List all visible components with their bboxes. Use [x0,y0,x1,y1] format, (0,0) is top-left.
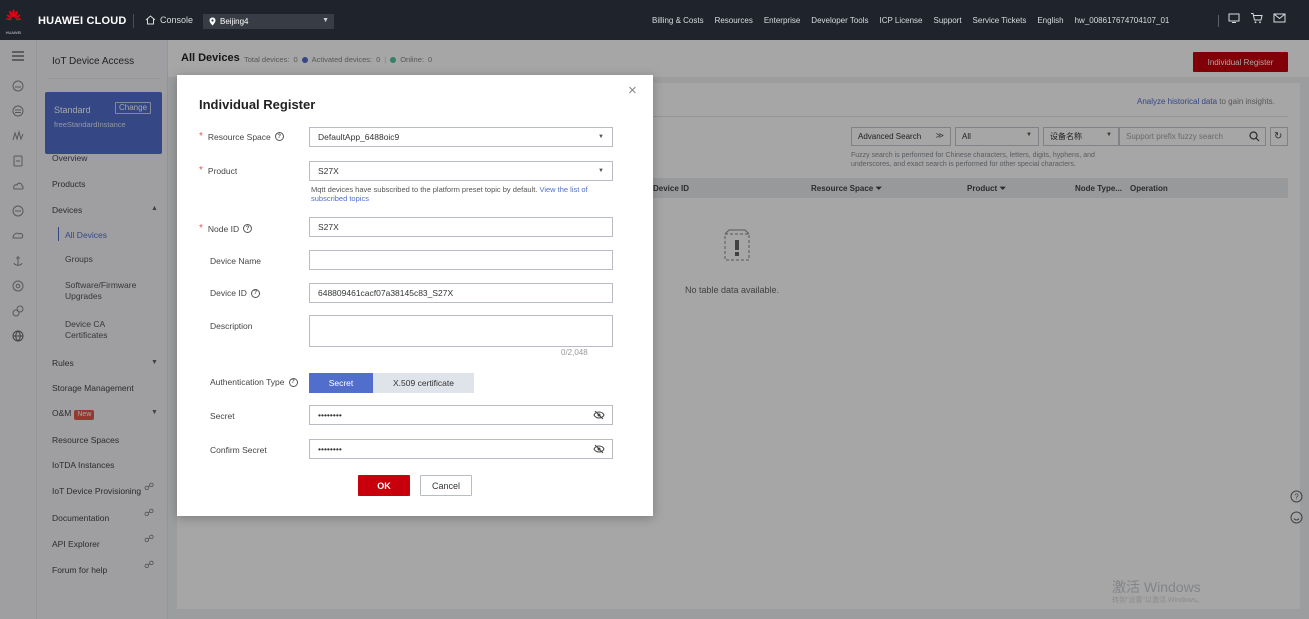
description-counter: 0/2,048 [561,348,588,357]
brand-name[interactable]: HUAWEI CLOUD [38,15,127,27]
description-label: Description [210,321,253,331]
dialog-title: Individual Register [199,97,316,112]
field-label-text: Resource Space [207,131,271,142]
eye-off-icon[interactable] [593,444,605,454]
menu-billing[interactable]: Billing & Costs [652,16,704,25]
description-textarea[interactable] [309,315,613,347]
mail-icon[interactable] [1273,12,1286,24]
field-label-text: Confirm Secret [210,445,267,455]
individual-register-dialog: Individual Register × * Resource Space? D… [177,75,653,516]
menu-support[interactable]: Support [934,16,962,25]
region-selector[interactable]: Beijing4 ▼ [203,14,334,29]
field-label-text: Authentication Type [210,377,285,387]
location-pin-icon [209,17,216,26]
eye-off-icon[interactable] [593,410,605,420]
help-icon[interactable]: ? [274,132,284,141]
field-label-text: Device ID [210,288,247,298]
menu-enterprise[interactable]: Enterprise [764,16,800,25]
cancel-button[interactable]: Cancel [420,475,472,496]
auth-option-secret[interactable]: Secret [309,373,373,393]
auth-type-toggle: Secret X.509 certificate [309,373,474,393]
field-label-text: Secret [210,411,235,421]
field-label-text: Description [210,321,253,331]
secret-value: •••••••• [318,410,342,420]
device-name-input[interactable] [309,250,613,270]
confirm-secret-value: •••••••• [318,444,342,454]
link-text: subscribed topics [311,194,369,203]
menu-account[interactable]: hw_008617674704107_01 [1075,16,1170,25]
confirm-secret-label: Confirm Secret [210,445,267,455]
field-label-text: Node ID [207,223,240,234]
help-text: Mqtt devices have subscribed to the plat… [311,185,538,194]
required-marker: * [199,131,203,142]
help-icon[interactable]: ? [288,377,298,387]
node-id-value: S27X [318,222,339,232]
menu-resources[interactable]: Resources [715,16,753,25]
cart-icon[interactable] [1250,12,1263,24]
huawei-logo-icon[interactable] [5,9,22,26]
device-name-label: Device Name [210,256,261,266]
device-id-value: 648809461cacf07a38145c83_S27X [318,288,454,298]
auth-option-x509[interactable]: X.509 certificate [373,373,474,393]
field-label-text: Device Name [210,256,262,266]
chevron-down-icon: ▼ [322,17,329,24]
product-label: * Product [199,165,237,176]
confirm-secret-input[interactable]: •••••••• [309,439,613,459]
top-bar: HUAWEI HUAWEI CLOUD Console Beijing4 ▼ B… [0,0,1309,40]
product-help-text: Mqtt devices have subscribed to the plat… [311,185,621,203]
help-icon[interactable]: ? [243,224,253,233]
product-select[interactable]: S27X ▼ [309,161,613,181]
link-text: View the list of [539,185,588,194]
top-icons [1228,12,1286,24]
menu-developer-tools[interactable]: Developer Tools [811,16,868,25]
secret-input[interactable]: •••••••• [309,405,613,425]
resource-space-select[interactable]: DefaultApp_6488oic9 ▼ [309,127,613,147]
device-id-label: Device ID? [210,288,260,298]
region-label: Beijing4 [220,17,249,26]
resource-space-label: * Resource Space? [199,131,284,142]
divider [133,14,134,28]
device-id-input[interactable]: 648809461cacf07a38145c83_S27X [309,283,613,303]
menu-icp-license[interactable]: ICP License [880,16,923,25]
product-value: S27X [318,166,339,176]
logo-caption: HUAWEI [5,30,22,35]
ok-button[interactable]: OK [358,475,410,496]
auth-type-label: Authentication Type? [210,377,298,387]
chevron-down-icon: ▼ [598,168,604,174]
help-icon[interactable]: ? [250,288,260,298]
menu-service-tickets[interactable]: Service Tickets [973,16,1027,25]
node-id-label: * Node ID? [199,223,253,234]
console-link[interactable]: Console [145,15,193,25]
node-id-input[interactable]: S27X [309,217,613,237]
console-screen-icon[interactable] [1228,12,1240,24]
resource-space-value: DefaultApp_6488oic9 [318,132,400,142]
console-label: Console [160,15,194,25]
menu-language[interactable]: English [1037,16,1063,25]
secret-label: Secret [210,411,235,421]
divider [1218,15,1219,27]
top-menu: Billing & Costs Resources Enterprise Dev… [652,16,1169,25]
required-marker: * [199,165,203,176]
close-icon[interactable]: × [628,83,637,98]
home-icon [145,15,156,25]
required-marker: * [199,223,203,234]
chevron-down-icon: ▼ [598,134,604,140]
app-frame: HUAWEI HUAWEI CLOUD Console Beijing4 ▼ B… [0,0,1309,619]
field-label-text: Product [207,165,238,176]
